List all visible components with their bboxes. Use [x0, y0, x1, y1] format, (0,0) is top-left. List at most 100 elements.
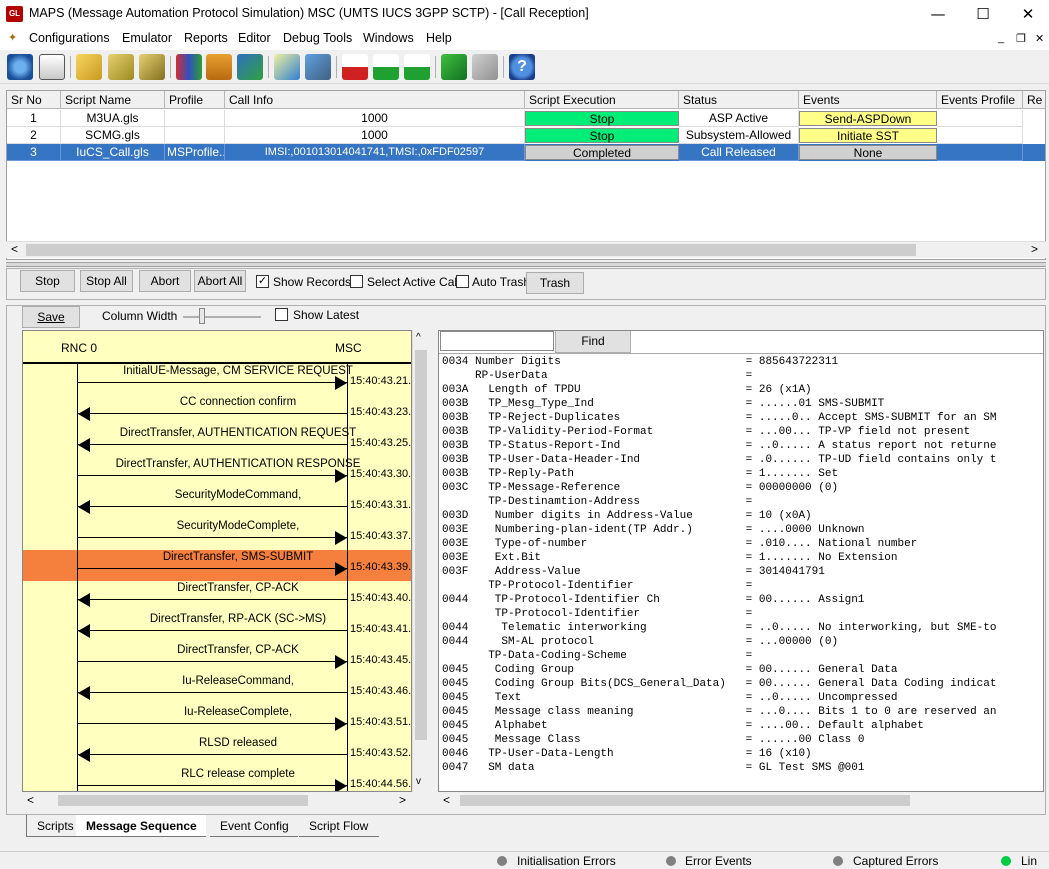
sequence-vertical-scrollbar[interactable]: ^ v — [412, 330, 429, 792]
col-header-script-execution[interactable]: Script Execution — [525, 91, 679, 109]
scroll-down-arrow-icon[interactable]: v — [416, 776, 421, 787]
event-button[interactable]: None — [799, 145, 937, 160]
show-latest-checkbox[interactable] — [275, 308, 288, 321]
gears-icon[interactable] — [108, 54, 134, 80]
initialisation-errors-label[interactable]: Initialisation Errors — [517, 854, 616, 868]
scroll-left-arrow-icon[interactable]: < — [443, 793, 450, 807]
minimize-button[interactable]: — — [915, 0, 961, 28]
toolbar-separator — [336, 56, 337, 78]
show-records-checkbox[interactable]: ✓ — [256, 275, 269, 288]
rnc-lifeline — [77, 364, 78, 791]
sequence-message[interactable]: DirectTransfer, CP-ACK 15:40:43.40. — [23, 581, 411, 612]
scroll-left-arrow-icon[interactable]: < — [27, 793, 34, 807]
tab-message-sequence[interactable]: Message Sequence — [76, 815, 206, 837]
scroll-right-arrow-icon[interactable]: > — [399, 793, 406, 807]
find-button[interactable]: Find — [555, 331, 631, 353]
scroll-right-arrow-icon[interactable]: > — [1031, 242, 1038, 256]
tools-icon[interactable] — [305, 54, 331, 80]
grid-horizontal-scrollbar[interactable]: < > — [6, 241, 1046, 258]
stop-icon[interactable] — [342, 54, 368, 80]
tab-event-config[interactable]: Event Config — [210, 815, 298, 837]
stop-script-button[interactable]: Stop — [525, 128, 679, 143]
check-icon[interactable] — [274, 54, 300, 80]
scrollbar-thumb[interactable] — [460, 795, 910, 806]
log-icon[interactable] — [39, 54, 65, 80]
completed-button[interactable]: Completed — [525, 145, 679, 160]
menu-help[interactable]: Help — [426, 31, 452, 45]
stop-all-button[interactable]: Stop All — [80, 270, 133, 292]
col-header-status[interactable]: Status — [679, 91, 799, 109]
scrollbar-thumb[interactable] — [26, 244, 916, 256]
user-icon[interactable] — [237, 54, 263, 80]
sequence-message[interactable]: DirectTransfer, CP-ACK 15:40:43.45.5 — [23, 643, 411, 674]
error-events-label[interactable]: Error Events — [685, 854, 752, 868]
mdi-minimize-button[interactable]: _ — [998, 32, 1004, 44]
col-header-events-profile[interactable]: Events Profile — [937, 91, 1023, 109]
sequence-message[interactable]: CC connection confirm 15:40:43.23. — [23, 395, 411, 426]
sequence-horizontal-scrollbar[interactable]: < > — [22, 792, 412, 809]
menu-windows[interactable]: Windows — [363, 31, 414, 45]
save-button[interactable]: Save — [22, 306, 80, 328]
menu-reports[interactable]: Reports — [184, 31, 228, 45]
tab-script-flow[interactable]: Script Flow — [299, 815, 379, 837]
scrollbar-thumb[interactable] — [415, 350, 427, 740]
mdi-restore-button[interactable]: ❐ — [1016, 32, 1026, 45]
connect-icon[interactable] — [7, 54, 33, 80]
auto-trash-checkbox[interactable] — [456, 275, 469, 288]
table-row-selected[interactable]: 3 IuCS_Call.gls MSProfile... IMSI:,00101… — [7, 144, 1045, 161]
slider-thumb[interactable] — [199, 308, 205, 324]
col-header-call-info[interactable]: Call Info — [225, 91, 525, 109]
menu-debug-tools[interactable]: Debug Tools — [283, 31, 352, 45]
step-icon[interactable] — [441, 54, 467, 80]
sequence-message[interactable]: SecurityModeCommand, 15:40:43.31.7 — [23, 488, 411, 519]
event-button[interactable]: Initiate SST — [799, 128, 937, 143]
trash-button[interactable]: Trash — [526, 272, 584, 294]
app-menu-icon[interactable]: ✦ — [8, 31, 17, 44]
stop-button[interactable]: Stop — [20, 270, 75, 292]
settings-icon[interactable] — [139, 54, 165, 80]
abort-button[interactable]: Abort — [139, 270, 191, 292]
abort-all-button[interactable]: Abort All — [194, 270, 246, 292]
menu-configurations[interactable]: Configurations — [29, 31, 110, 45]
link-label[interactable]: Lin — [1021, 854, 1037, 868]
col-header-re[interactable]: Re — [1023, 91, 1045, 109]
col-header-script-name[interactable]: Script Name — [61, 91, 165, 109]
find-input[interactable] — [440, 331, 554, 351]
col-header-srno[interactable]: Sr No — [7, 91, 61, 109]
table-row[interactable]: 1 M3UA.gls 1000 Stop ASP Active Send-ASP… — [7, 110, 1045, 127]
close-button[interactable]: ✕ — [1005, 0, 1049, 28]
sequence-message[interactable]: DirectTransfer, AUTHENTICATION RESPONSE 1… — [23, 457, 411, 488]
select-active-call-checkbox[interactable] — [350, 275, 363, 288]
col-header-profile[interactable]: Profile — [165, 91, 225, 109]
sequence-message[interactable]: DirectTransfer, SMS-SUBMIT 15:40:43.39.1 — [23, 550, 411, 581]
mdi-close-button[interactable]: ✕ — [1035, 32, 1044, 45]
pause-icon[interactable] — [404, 54, 430, 80]
event-button[interactable]: Send-ASPDown — [799, 111, 937, 126]
scroll-left-arrow-icon[interactable]: < — [11, 242, 18, 256]
continue-icon[interactable] — [373, 54, 399, 80]
sequence-message[interactable]: DirectTransfer, AUTHENTICATION REQUEST 15… — [23, 426, 411, 457]
sequence-message[interactable]: Iu-ReleaseComplete, 15:40:43.51.0 — [23, 705, 411, 736]
maximize-button[interactable]: ☐ — [960, 0, 1006, 28]
panel-splitter[interactable] — [6, 262, 1046, 267]
sequence-message[interactable]: RLC release complete 15:40:44.56.5 — [23, 767, 411, 791]
sequence-message[interactable]: DirectTransfer, RP-ACK (SC->MS) 15:40:43.… — [23, 612, 411, 643]
col-header-events[interactable]: Events — [799, 91, 937, 109]
sequence-message[interactable]: SecurityModeComplete, 15:40:43.37.1 — [23, 519, 411, 550]
decode-horizontal-scrollbar[interactable]: < — [438, 792, 1044, 809]
scroll-up-arrow-icon[interactable]: ^ — [416, 332, 421, 343]
menu-editor[interactable]: Editor — [238, 31, 271, 45]
briefcase-icon[interactable] — [206, 54, 232, 80]
help-icon[interactable]: ? — [509, 54, 535, 80]
sequence-message[interactable]: Iu-ReleaseCommand, 15:40:43.46.4 — [23, 674, 411, 705]
stop-script-button[interactable]: Stop — [525, 111, 679, 126]
script-icon[interactable] — [76, 54, 102, 80]
sequence-message[interactable]: RLSD released 15:40:43.52.3 — [23, 736, 411, 767]
column-width-slider[interactable] — [183, 316, 261, 318]
scrollbar-thumb[interactable] — [58, 795, 308, 806]
menu-emulator[interactable]: Emulator — [122, 31, 172, 45]
sequence-message[interactable]: InitialUE-Message, CM SERVICE REQUEST 15:… — [23, 364, 411, 395]
captured-errors-label[interactable]: Captured Errors — [853, 854, 938, 868]
table-row[interactable]: 2 SCMG.gls 1000 Stop Subsystem-Allowed I… — [7, 127, 1045, 144]
profiles-icon[interactable] — [176, 54, 202, 80]
